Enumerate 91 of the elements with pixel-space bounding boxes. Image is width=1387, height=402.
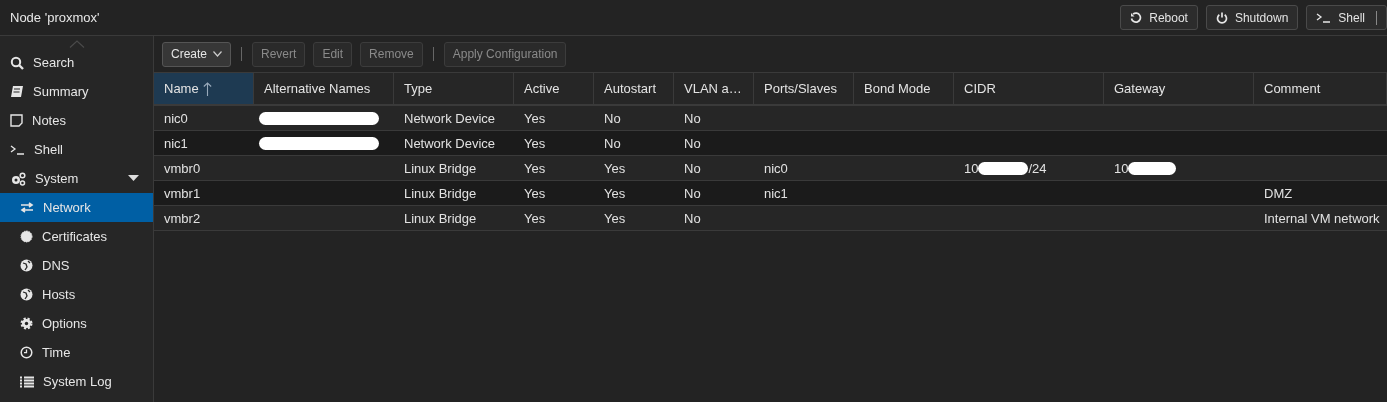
globe-icon — [20, 288, 33, 301]
table-cell-text: Yes — [523, 134, 547, 153]
sidebar-item[interactable]: Hosts — [0, 280, 153, 309]
sidebar-item-label: Summary — [33, 84, 90, 99]
toolbar-button[interactable]: Create — [162, 41, 232, 67]
column-header[interactable]: Gateway — [1104, 73, 1254, 106]
list-icon — [20, 375, 34, 388]
table-cell-text: 10 /24 — [963, 159, 1048, 178]
header-button[interactable]: Reboot — [1120, 5, 1198, 30]
sidebar-item-label: Time — [42, 345, 72, 360]
sidebar-item-label: Shell — [34, 142, 64, 157]
table-cell-text: No — [683, 134, 702, 153]
column-header[interactable]: Type — [394, 73, 514, 106]
table-cell-text: Linux Bridge — [403, 159, 478, 178]
sidebar-item-label: Certificates — [42, 229, 109, 244]
table-cell-text: nic1 — [163, 134, 189, 153]
sidebar-item[interactable]: Network — [0, 193, 153, 222]
reload-icon — [1130, 11, 1143, 24]
table-cell-text: Network Device — [403, 109, 497, 128]
clock-icon — [20, 346, 33, 359]
table-cell-text: Internal VM network — [1263, 209, 1381, 228]
exchange-icon — [20, 202, 34, 213]
table-cell-text: Linux Bridge — [403, 209, 478, 228]
table-cell-text: No — [683, 109, 702, 128]
globe-icon — [20, 259, 33, 272]
note-icon — [10, 114, 23, 127]
sidebar-item[interactable]: System Log — [0, 367, 153, 396]
table-cell-text: No — [683, 184, 702, 203]
table-cell-text: DMZ — [1263, 184, 1294, 203]
column-header[interactable]: Bond Mode — [854, 73, 954, 106]
column-header[interactable]: Autostart — [594, 73, 674, 106]
table-cell-text: Yes — [523, 109, 547, 128]
sort-up-icon — [202, 81, 212, 96]
table-cell-text: Yes — [603, 209, 627, 228]
table-cell-text: Linux Bridge — [403, 184, 478, 203]
chevron-down-icon — [213, 51, 223, 57]
column-header[interactable]: Comment — [1254, 73, 1387, 106]
table-cell-text: No — [683, 159, 702, 178]
header-button[interactable]: Shell — [1306, 5, 1387, 30]
table-cell-text: vmbr1 — [163, 184, 202, 203]
power-icon — [1215, 11, 1228, 24]
sidebar-item[interactable]: Time — [0, 338, 153, 367]
caret-icon[interactable] — [128, 175, 139, 182]
sidebar-item-label: DNS — [42, 258, 71, 273]
sidebar-item-label: System — [35, 171, 80, 186]
table-row[interactable]: vmbr1 Linux Bridge Yes Yes No nic1 DMZ — [154, 181, 1387, 206]
sidebar-item[interactable]: DNS — [0, 251, 153, 280]
sidebar-item-label: Search — [33, 55, 76, 70]
book-icon — [10, 85, 24, 98]
table-cell-text: nic0 — [163, 109, 189, 128]
sidebar-item[interactable]: Certificates — [0, 222, 153, 251]
sidebar-item-label: Hosts — [42, 287, 77, 302]
table-cell-text: Yes — [523, 159, 547, 178]
table-row[interactable]: nic1 Network Device Yes No No — [154, 131, 1387, 156]
table-cell-text: nic1 — [763, 184, 789, 203]
search-icon — [10, 55, 24, 70]
table-cell-text: vmbr0 — [163, 159, 202, 178]
sidebar-item[interactable]: Options — [0, 309, 153, 338]
sidebar-item[interactable]: Shell — [0, 135, 153, 164]
table-cell-text: nic0 — [763, 159, 789, 178]
column-header[interactable]: Ports/Slaves — [754, 73, 854, 106]
sidebar-item[interactable]: System — [0, 164, 153, 193]
sidebar-item[interactable]: Search — [0, 48, 153, 77]
terminal-icon — [1316, 12, 1332, 23]
table-cell-text: Yes — [523, 209, 547, 228]
gears-icon — [10, 171, 26, 186]
column-header[interactable]: Alternative Names — [254, 73, 394, 106]
table-cell-text: No — [603, 134, 622, 153]
column-header[interactable]: CIDR — [954, 73, 1104, 106]
table-cell-text: No — [603, 109, 622, 128]
window-title: Node 'proxmox' — [10, 10, 101, 25]
table-cell-text: Yes — [603, 184, 627, 203]
header-button[interactable]: Shutdown — [1205, 5, 1299, 30]
sidebar-item-label: System Log — [43, 374, 113, 389]
sidebar-item-label: Network — [43, 200, 92, 215]
table-cell: 10 — [1104, 156, 1254, 180]
table-cell-text: Network Device — [403, 134, 497, 153]
gear-icon — [20, 317, 33, 330]
table-cell-text: No — [683, 209, 702, 228]
certificate-icon — [20, 230, 33, 243]
column-header[interactable]: Name — [154, 73, 254, 106]
sidebar-item[interactable]: Summary — [0, 77, 153, 106]
sidebar-item-label: Notes — [32, 113, 67, 128]
column-header[interactable]: Active — [514, 73, 594, 106]
sidebar-item-label: Options — [42, 316, 88, 331]
table-cell-text: vmbr2 — [163, 209, 202, 228]
column-header[interactable]: VLAN a… — [674, 73, 754, 106]
table-cell-text: Yes — [603, 159, 627, 178]
terminal-icon — [10, 144, 25, 155]
sidebar-item[interactable]: Notes — [0, 106, 153, 135]
table-cell-text: Yes — [523, 184, 547, 203]
